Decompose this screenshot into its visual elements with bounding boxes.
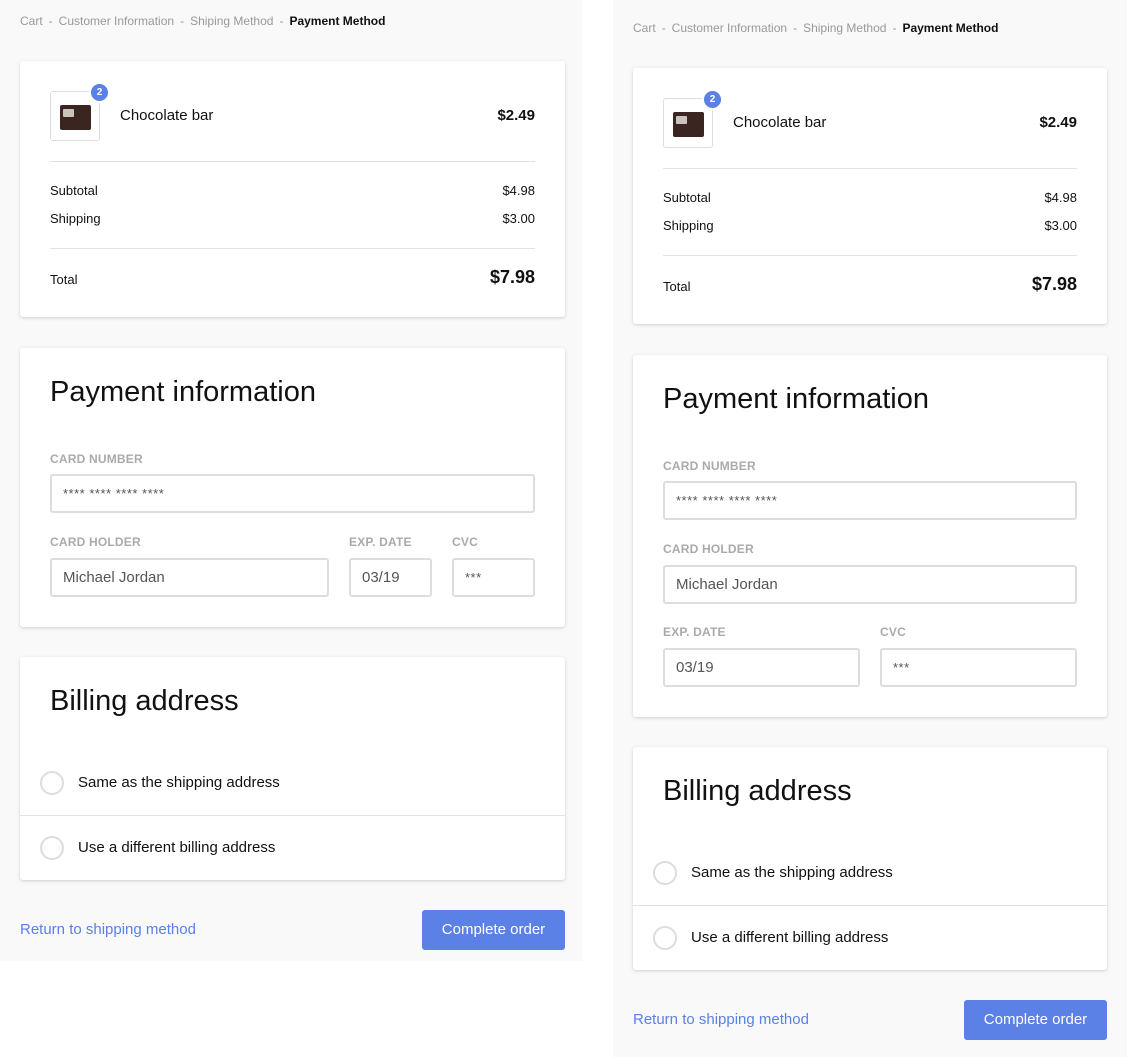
breadcrumb-separator: - — [892, 21, 897, 35]
card-number-label: CARD NUMBER — [663, 459, 756, 473]
order-summary-card: 2 Chocolate bar $2.49 Subtotal $4.98 Shi… — [20, 61, 565, 317]
product-name: Chocolate bar — [733, 114, 827, 131]
cvc-label: CVC — [880, 625, 906, 639]
shipping-row: Shipping $3.00 — [663, 218, 1077, 233]
radio-button[interactable] — [40, 771, 64, 795]
billing-option-same[interactable]: Same as the shipping address — [633, 841, 1107, 905]
payment-card: Payment information CARD NUMBER **** ***… — [633, 355, 1107, 717]
radio-button[interactable] — [653, 861, 677, 885]
exp-date-input[interactable]: 03/19 — [663, 648, 860, 687]
subtotal-label: Subtotal — [50, 183, 98, 198]
product-price: $2.49 — [1039, 114, 1077, 131]
payment-title: Payment information — [663, 383, 929, 415]
divider — [663, 255, 1077, 256]
subtotal-label: Subtotal — [663, 190, 711, 205]
total-label: Total — [663, 279, 691, 294]
billing-card: Billing address Same as the shipping add… — [20, 657, 565, 880]
radio-label: Use a different billing address — [78, 839, 276, 856]
billing-option-same[interactable]: Same as the shipping address — [20, 751, 565, 815]
subtotal-value: $4.98 — [1044, 190, 1077, 205]
exp-date-label: EXP. DATE — [663, 625, 726, 639]
breadcrumb-separator: - — [279, 14, 284, 28]
card-number-input[interactable]: **** **** **** **** — [50, 474, 535, 513]
cvc-label: CVC — [452, 535, 478, 549]
checkout-mobile-view: Cart - Customer Information - Shiping Method… — [613, 0, 1127, 1057]
billing-option-different[interactable]: Use a different billing address — [20, 816, 565, 880]
card-holder-label: CARD HOLDER — [50, 535, 141, 549]
billing-title: Billing address — [663, 775, 852, 807]
exp-date-label: EXP. DATE — [349, 535, 412, 549]
total-value: $7.98 — [1031, 274, 1077, 294]
radio-label: Same as the shipping address — [78, 774, 280, 791]
breadcrumb: Cart - Customer Information - Shiping Method… — [20, 14, 385, 28]
order-summary-card: 2 Chocolate bar $2.49 Subtotal $4.98 Shi… — [633, 68, 1107, 324]
exp-date-input[interactable]: 03/19 — [349, 558, 432, 597]
shipping-label: Shipping — [50, 211, 101, 226]
complete-order-button[interactable]: Complete order — [422, 910, 565, 950]
complete-order-button[interactable]: Complete order — [964, 1000, 1107, 1040]
subtotal-row: Subtotal $4.98 — [50, 183, 535, 198]
breadcrumb-separator: - — [48, 14, 53, 28]
breadcrumb: Cart - Customer Information - Shiping Method… — [633, 21, 998, 35]
radio-button[interactable] — [40, 836, 64, 860]
breadcrumb-separator: - — [661, 21, 666, 35]
cvc-input[interactable]: *** — [452, 558, 535, 597]
breadcrumb-shipping-method[interactable]: Shiping Method — [803, 21, 886, 35]
shipping-value: $3.00 — [1044, 218, 1077, 233]
billing-title: Billing address — [50, 685, 239, 717]
chocolate-bar-image — [60, 105, 91, 130]
quantity-badge: 2 — [702, 89, 723, 110]
breadcrumb-separator: - — [793, 21, 798, 35]
product-price: $2.49 — [497, 107, 535, 124]
breadcrumb-customer-information[interactable]: Customer Information — [59, 14, 174, 28]
divider — [50, 161, 535, 162]
billing-option-different[interactable]: Use a different billing address — [633, 906, 1107, 970]
shipping-row: Shipping $3.00 — [50, 211, 535, 226]
product-row: 2 Chocolate bar $2.49 — [663, 89, 1077, 148]
payment-card: Payment information CARD NUMBER **** ***… — [20, 348, 565, 627]
divider — [663, 168, 1077, 169]
chocolate-bar-image — [673, 112, 704, 137]
card-holder-input[interactable]: Michael Jordan — [50, 558, 329, 597]
shipping-label: Shipping — [663, 218, 714, 233]
product-thumbnail: 2 — [663, 89, 723, 148]
radio-label: Same as the shipping address — [691, 864, 893, 881]
quantity-badge: 2 — [89, 82, 110, 103]
breadcrumb-customer-information[interactable]: Customer Information — [672, 21, 787, 35]
total-label: Total — [50, 272, 78, 287]
card-number-label: CARD NUMBER — [50, 452, 143, 466]
shipping-value: $3.00 — [502, 211, 535, 226]
breadcrumb-cart[interactable]: Cart — [633, 21, 656, 35]
checkout-desktop-view: Cart - Customer Information - Shiping Method… — [0, 0, 582, 961]
total-value: $7.98 — [489, 267, 535, 287]
breadcrumb-payment-method: Payment Method — [902, 21, 999, 35]
breadcrumb-payment-method: Payment Method — [289, 14, 386, 28]
divider — [50, 248, 535, 249]
breadcrumb-cart[interactable]: Cart — [20, 14, 43, 28]
radio-button[interactable] — [653, 926, 677, 950]
product-row: 2 Chocolate bar $2.49 — [50, 82, 535, 141]
subtotal-row: Subtotal $4.98 — [663, 190, 1077, 205]
card-holder-label: CARD HOLDER — [663, 542, 754, 556]
return-to-shipping-link[interactable]: Return to shipping method — [20, 921, 196, 938]
return-to-shipping-link[interactable]: Return to shipping method — [633, 1011, 809, 1028]
product-thumbnail: 2 — [50, 82, 110, 141]
cvc-input[interactable]: *** — [880, 648, 1077, 687]
card-holder-input[interactable]: Michael Jordan — [663, 565, 1077, 604]
breadcrumb-separator: - — [180, 14, 185, 28]
subtotal-value: $4.98 — [502, 183, 535, 198]
payment-title: Payment information — [50, 376, 316, 408]
breadcrumb-shipping-method[interactable]: Shiping Method — [190, 14, 273, 28]
card-number-input[interactable]: **** **** **** **** — [663, 481, 1077, 520]
product-name: Chocolate bar — [120, 107, 214, 124]
radio-label: Use a different billing address — [691, 929, 889, 946]
billing-card: Billing address Same as the shipping add… — [633, 747, 1107, 970]
